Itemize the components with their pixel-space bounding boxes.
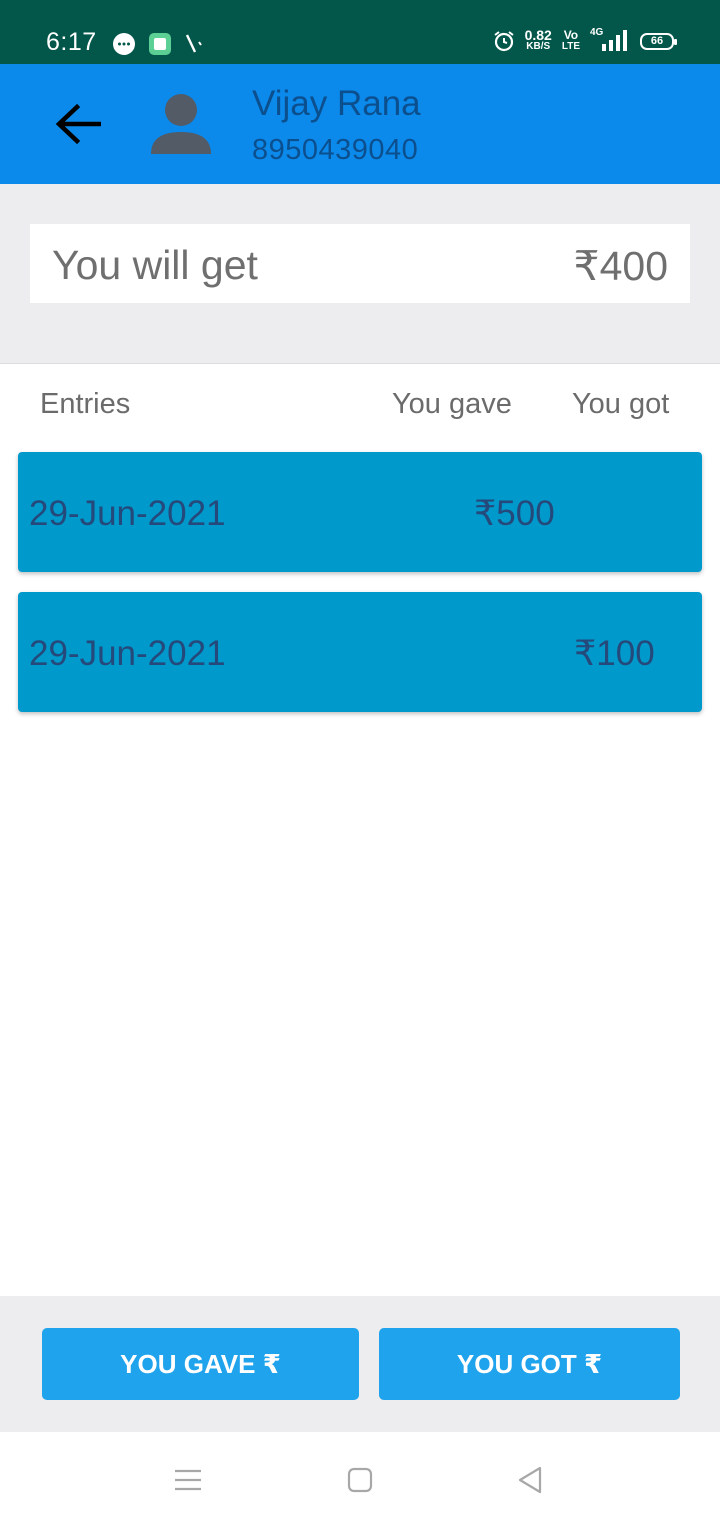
- contact-name: Vijay Rana: [252, 84, 421, 123]
- message-notification-icon: [113, 33, 135, 55]
- menu-nav-button[interactable]: [168, 1460, 208, 1500]
- entries-header: Entries You gave You got: [0, 364, 720, 448]
- you-gave-button[interactable]: YOU GAVE ₹: [42, 1328, 359, 1400]
- column-header-you-got: You got: [572, 388, 670, 420]
- arrow-left-icon: [55, 104, 101, 144]
- back-button[interactable]: [50, 96, 106, 152]
- home-square-icon: [347, 1467, 373, 1493]
- alarm-icon: [493, 31, 514, 52]
- entry-date: 29-Jun-2021: [29, 494, 226, 533]
- app-bar: Vijay Rana 8950439040: [0, 64, 720, 184]
- battery-level: 66: [650, 35, 664, 47]
- status-time: 6:17: [46, 28, 97, 56]
- status-bar: 6:17 0.82 KB/S Vo LTE 4G 66: [0, 0, 720, 64]
- cell-signal: 4G: [590, 27, 630, 53]
- you-got-button[interactable]: YOU GOT ₹: [379, 1328, 680, 1400]
- battery-icon: 66: [640, 32, 677, 50]
- network-speed: 0.82 KB/S: [524, 27, 552, 52]
- volte-indicator: Vo LTE: [561, 28, 580, 52]
- network-type-label: 4G: [590, 27, 604, 38]
- contact-phone: 8950439040: [252, 134, 419, 166]
- summary-section: You will get ₹400: [0, 184, 720, 364]
- signal-notification-icon: [185, 34, 202, 53]
- back-triangle-icon: [518, 1466, 542, 1494]
- system-nav-bar: [0, 1432, 720, 1520]
- entry-row[interactable]: 29-Jun-2021 ₹500: [18, 452, 702, 572]
- entry-row[interactable]: 29-Jun-2021 ₹100: [18, 592, 702, 712]
- entry-gave-amount: ₹500: [474, 494, 555, 533]
- balance-label: You will get: [52, 242, 258, 288]
- menu-icon: [175, 1469, 201, 1491]
- entry-got-amount: ₹100: [574, 634, 655, 673]
- balance-card: You will get ₹400: [30, 224, 690, 303]
- action-bar: YOU GAVE ₹ YOU GOT ₹: [0, 1296, 720, 1432]
- column-header-you-gave: You gave: [392, 388, 512, 420]
- column-header-entries: Entries: [40, 388, 131, 420]
- back-nav-button[interactable]: [510, 1460, 550, 1500]
- entry-date: 29-Jun-2021: [29, 634, 226, 673]
- avatar-icon: [151, 94, 211, 154]
- balance-amount: ₹400: [573, 243, 669, 289]
- status-indicators: 0.82 KB/S Vo LTE 4G 66: [493, 27, 677, 53]
- home-nav-button[interactable]: [340, 1460, 380, 1500]
- app-notification-icon: [149, 33, 171, 55]
